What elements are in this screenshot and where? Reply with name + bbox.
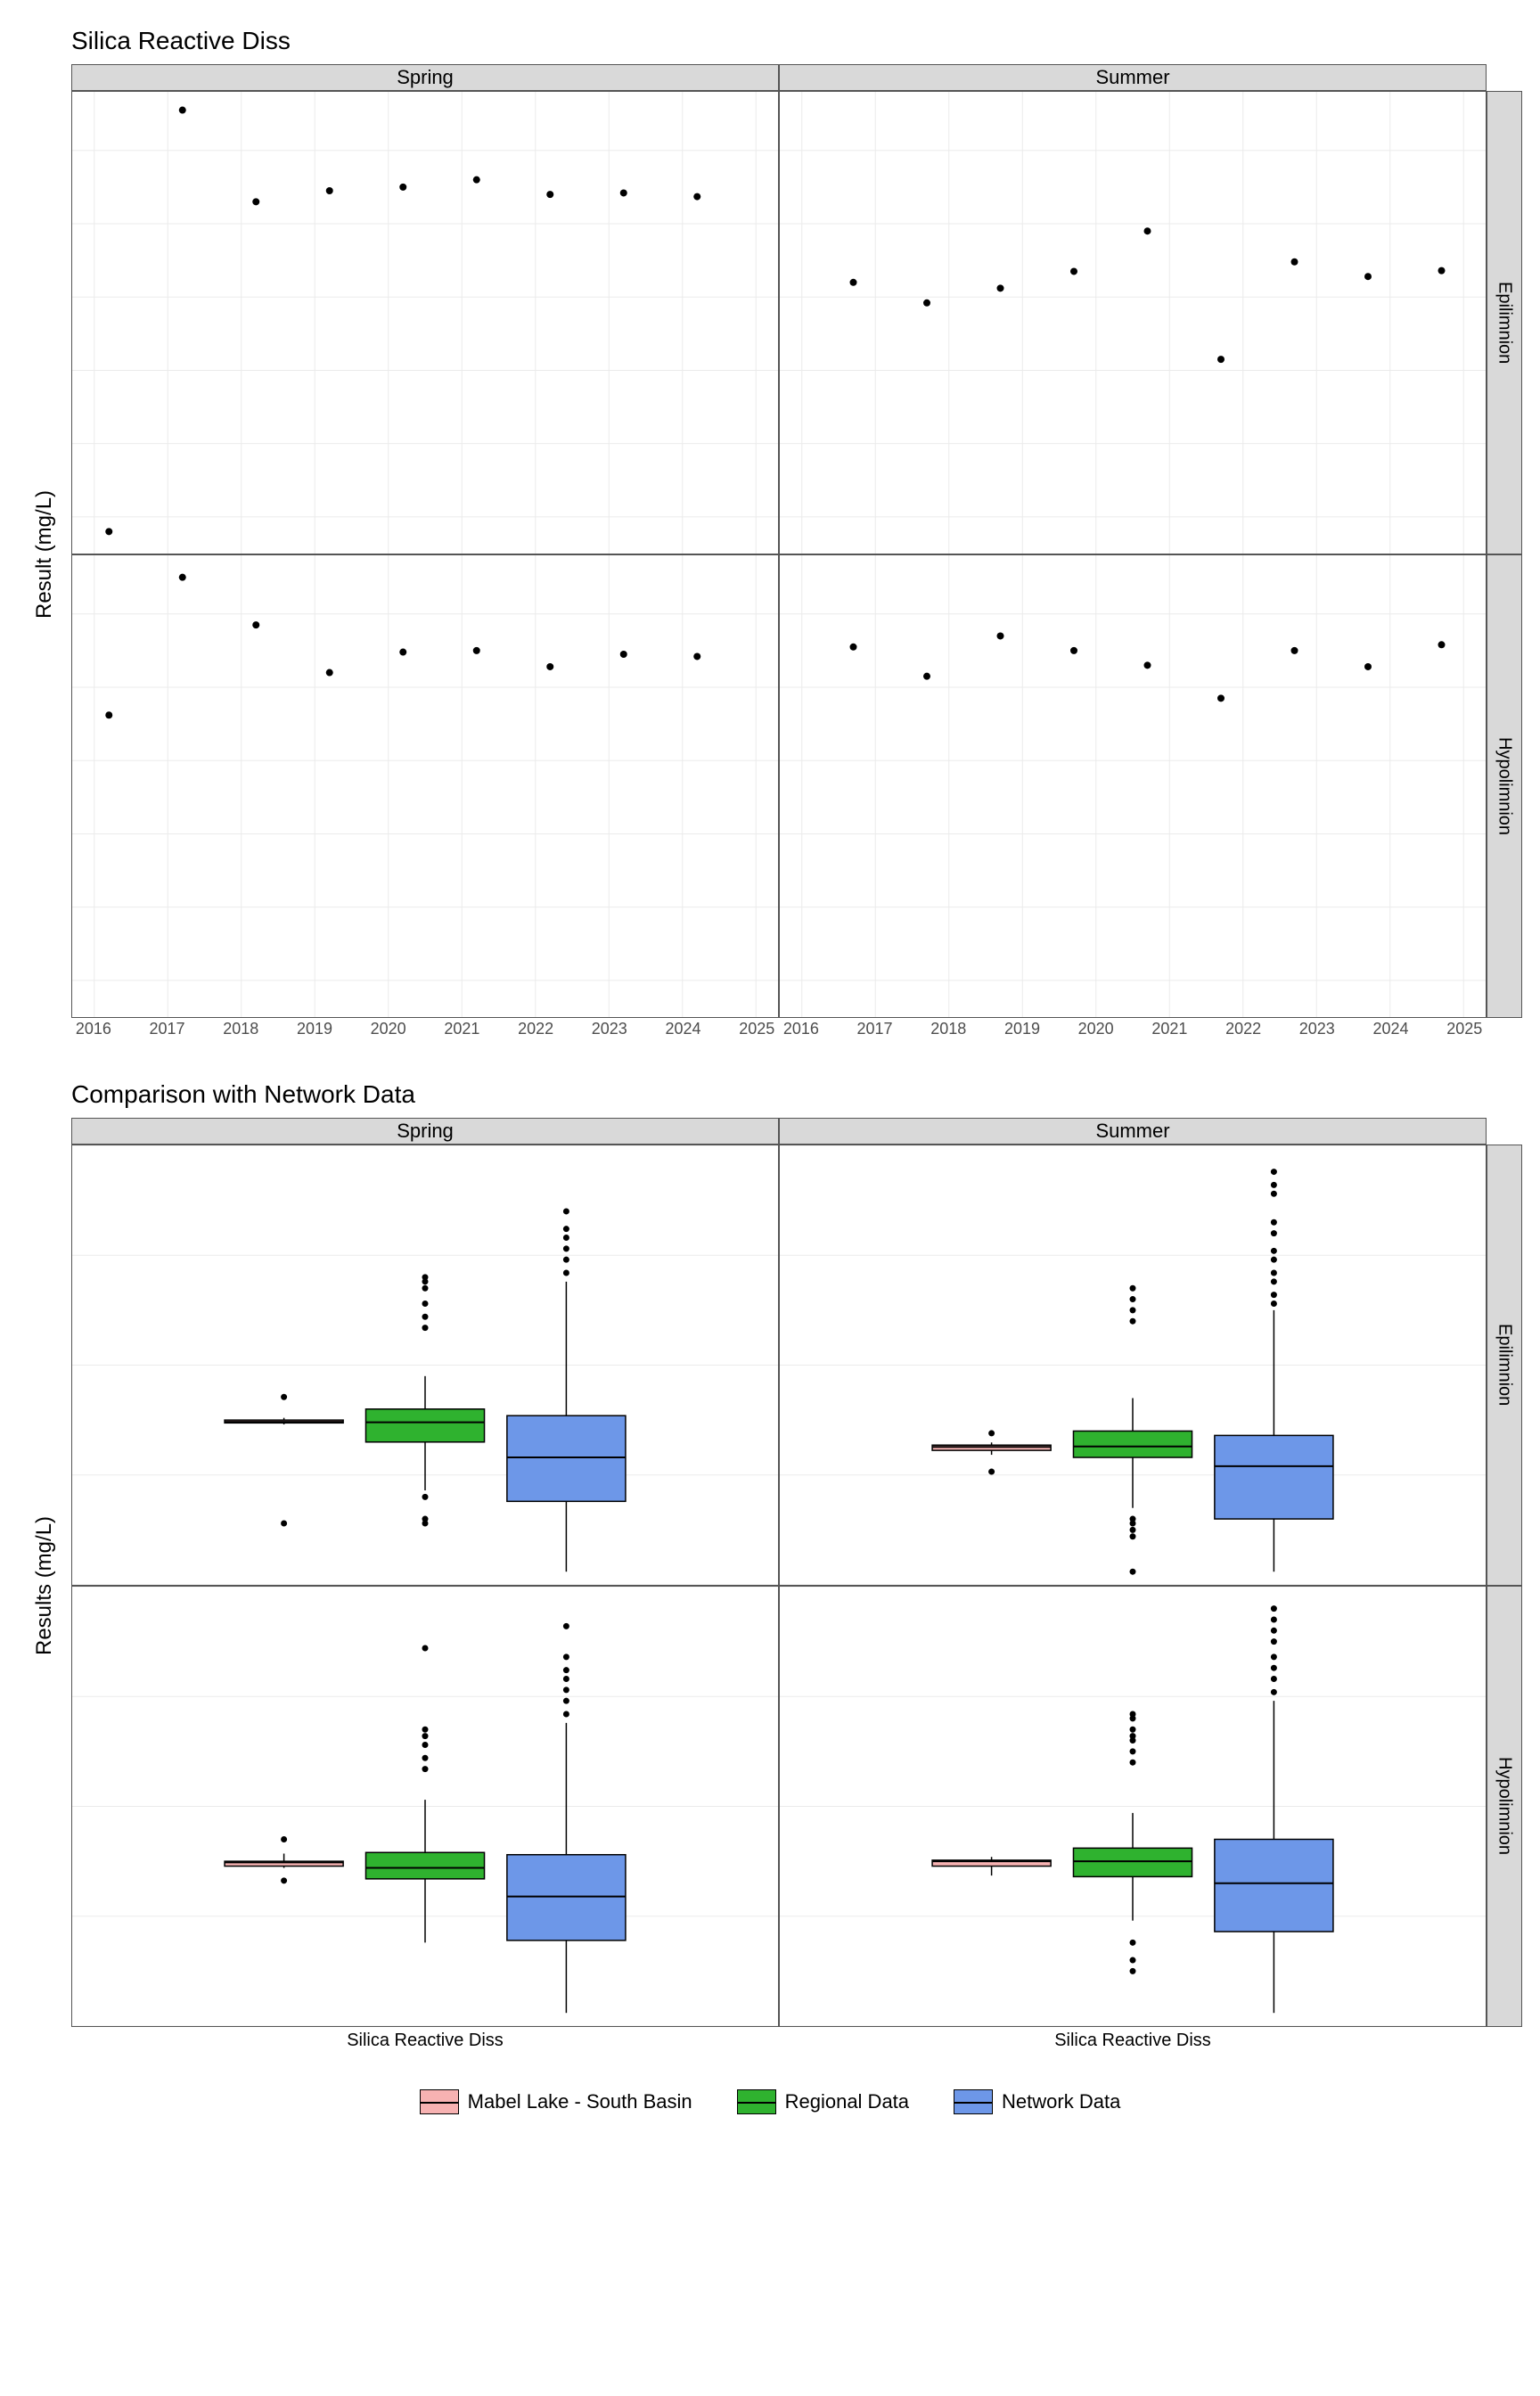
panel-spring-epilimnion: 345678 bbox=[71, 91, 779, 554]
facet-col-spring: Spring bbox=[71, 64, 779, 91]
facet-col-summer: Summer bbox=[779, 64, 1487, 91]
facet2-row-hypolimnion: Hypolimnion bbox=[1487, 1586, 1522, 2027]
chart1-title: Silica Reactive Diss bbox=[71, 27, 1522, 55]
chart2-title: Comparison with Network Data bbox=[71, 1080, 1522, 1109]
scatter-x-axis: 2016201720182019202020212022202320242025… bbox=[71, 1018, 1487, 1045]
facet2-col-summer: Summer bbox=[779, 1118, 1487, 1145]
facet2-row-epilimnion: Epilimnion bbox=[1487, 1145, 1522, 1586]
legend-item-regional: Regional Data bbox=[737, 2089, 909, 2114]
chart1-ylabel: Result (mg/L) bbox=[18, 91, 71, 1018]
panel-summer-epilimnion bbox=[779, 91, 1487, 554]
facet-row-hypolimnion: Hypolimnion bbox=[1487, 554, 1522, 1018]
panel-summer-hypolimnion bbox=[779, 554, 1487, 1018]
facet-row-epilimnion: Epilimnion bbox=[1487, 91, 1522, 554]
legend: Mabel Lake - South Basin Regional Data N… bbox=[18, 2089, 1522, 2114]
facet2-col-spring: Spring bbox=[71, 1118, 779, 1145]
boxpanel-summer-epilimnion bbox=[779, 1145, 1487, 1586]
boxpanel-spring-hypolimnion: 05101520 bbox=[71, 1586, 779, 2027]
legend-item-network: Network Data bbox=[954, 2089, 1120, 2114]
panel-spring-hypolimnion: 345678 bbox=[71, 554, 779, 1018]
scatter-facet-grid: Spring Summer Result (mg/L) 345678 Epili… bbox=[18, 64, 1522, 1045]
boxpanel-summer-hypolimnion bbox=[779, 1586, 1487, 2027]
boxplot-facet-grid: Spring Summer Results (mg/L) 05101520 Ep… bbox=[18, 1118, 1522, 2054]
legend-item-mabel: Mabel Lake - South Basin bbox=[420, 2089, 692, 2114]
chart2-ylabel: Results (mg/L) bbox=[18, 1145, 71, 2027]
boxpanel-spring-epilimnion: 05101520 bbox=[71, 1145, 779, 1586]
boxplot-x-axis: Silica Reactive Diss Silica Reactive Dis… bbox=[71, 2027, 1487, 2054]
